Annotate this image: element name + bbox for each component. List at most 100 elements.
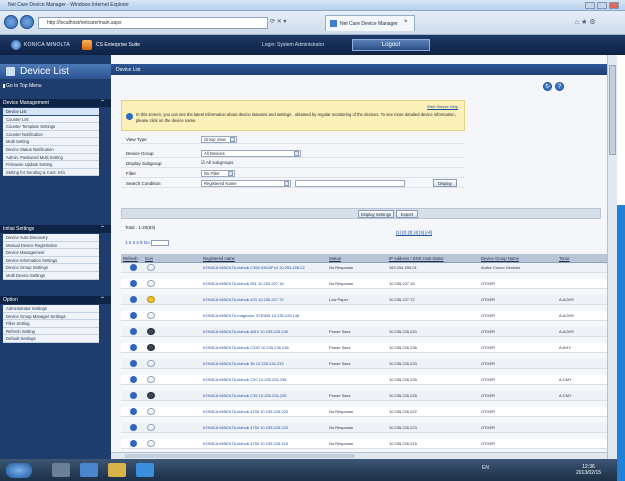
device-name-link[interactable]: KONICA MINOLTA bizhub C454 KMJ/IPv4 10.2… [203,265,323,270]
scroll-thumb[interactable] [609,65,616,155]
sidebar-item[interactable]: Device Management [3,249,99,257]
col-registered-name[interactable]: Registered name [203,256,235,261]
sidebar-item[interactable]: Filter Setting [3,320,99,328]
tab-close-icon[interactable]: × [404,19,408,25]
view-type-select[interactable]: Group View [201,136,237,143]
col-status[interactable]: Status [329,256,341,261]
page-links[interactable]: [1] [2] [3] [4] [5] [All] [396,230,432,235]
device-name-link[interactable]: KONICA MINOLTA bizhub 4810 10.235.226.24… [203,329,323,334]
vertical-scrollbar[interactable] [607,55,617,459]
row-refresh-icon[interactable] [130,312,137,319]
table-row[interactable]: KONICA MINOLTA bizhub 4750 10.235.226.21… [121,439,607,449]
sidebar-item[interactable]: Multi Device Settings [3,271,99,280]
col-icon[interactable]: Icon [145,256,153,261]
display-settings-button[interactable]: Display Settings [358,210,394,218]
refresh-stop-icons[interactable]: ⟳ ✕ ▾ [270,18,286,25]
start-button-icon[interactable] [6,463,32,478]
ie-icon[interactable] [80,463,98,477]
sidebar-section-device-management[interactable]: Device Management ⌃ [0,99,111,107]
search-condition-select[interactable]: Registered Name [201,180,291,187]
sidebar-item[interactable]: Admin. Password Multi Setting [3,153,99,162]
help-link[interactable]: Web Simple Help [427,104,458,109]
address-bar[interactable]: http://localhost/netcare/main.aspx [38,17,268,29]
scroll-thumb[interactable] [125,454,355,458]
back-icon[interactable] [4,15,18,29]
device-name-link[interactable]: KONICA MINOLTA bizhub 551 10.253.227.16 [203,281,323,286]
sidebar-item[interactable]: Device Group Manager Settings [3,312,99,321]
go-top-link[interactable]: Go to Top Menu [6,83,42,89]
col-toner[interactable]: Tonor [559,256,569,261]
row-refresh-icon[interactable] [130,344,137,351]
device-name-link[interactable]: KONICA MINOLTA bizhub C20 10.235.226.235 [203,377,323,382]
browser-taskbar-icon[interactable] [136,463,154,477]
row-refresh-icon[interactable] [130,280,137,287]
subgroup-checkbox[interactable]: ☑ All subgroups [201,160,233,166]
device-name-link[interactable]: KONICA MINOLTA bizhub 4700 10.235.226.22… [203,409,323,414]
table-row[interactable]: KONICA MINOLTA bizhub 4810 10.235.226.24… [121,327,607,337]
logout-button[interactable]: Logout [352,39,430,51]
device-name-link[interactable]: KONICA MINOLTA magicolor 3730DN 10.235.2… [203,313,323,318]
device-name-link[interactable]: KONICA MINOLTA bizhub 36 10.235.226.233 [203,361,323,366]
row-refresh-icon[interactable] [130,440,137,447]
minimize-icon[interactable] [585,2,595,9]
pager-links[interactable]: 1 2 3 4 5 Go [125,240,150,245]
sidebar-item[interactable]: Multi Setting [3,138,99,146]
filter-select[interactable]: No Filter [201,170,235,177]
table-row[interactable]: KONICA MINOLTA bizhub C35 10.235.226.228… [121,391,607,401]
row-refresh-icon[interactable] [130,360,137,367]
device-name-link[interactable]: KONICA MINOLTA bizhub C220 10.235.226.23… [203,345,323,350]
user-icon[interactable] [52,463,70,477]
export-button[interactable]: Export [396,210,418,218]
refresh-icon[interactable]: ↻ [543,82,552,91]
sidebar-section-option[interactable]: Option ⌃ [0,296,111,304]
sidebar-item[interactable]: Device Information Settings [3,256,99,265]
sidebar-item[interactable]: Default Settings [3,335,99,343]
chevron-up-icon[interactable]: ⌃ [100,99,105,107]
row-refresh-icon[interactable] [130,424,137,431]
browser-tab[interactable]: Net Care Device Manager × [325,15,415,31]
row-refresh-icon[interactable] [130,408,137,415]
sidebar-item[interactable]: Device Auto Discovery [3,234,99,242]
folder-icon[interactable] [108,463,126,477]
forward-icon[interactable] [20,15,34,29]
table-row[interactable]: KONICA MINOLTA magicolor 3730DN 10.235.2… [121,311,607,321]
sidebar-item-device-list[interactable]: Device List [3,108,99,116]
help-icon[interactable]: ? [555,82,564,91]
col-refresh[interactable]: Refresh [123,256,138,261]
display-button[interactable]: Display [433,179,457,187]
sidebar-section-initial-settings[interactable]: Initial Settings ⌃ [0,225,111,233]
device-name-link[interactable]: KONICA MINOLTA bizhub 4750 10.235.226.22… [203,425,323,430]
chevron-up-icon[interactable]: ⌃ [100,296,105,304]
close-icon[interactable] [609,2,619,9]
sidebar-item[interactable]: Counter Notification [3,130,99,139]
row-refresh-icon[interactable] [130,328,137,335]
browser-home-star-gear-icons[interactable]: ⌂ ★ ⚙ [575,18,596,26]
row-refresh-icon[interactable] [130,264,137,271]
row-refresh-icon[interactable] [130,376,137,383]
system-tray[interactable]: EN [482,465,489,471]
sidebar-item[interactable]: Device Group Settings [3,264,99,272]
sidebar-item[interactable]: Refresh Setting [3,327,99,336]
sidebar-item[interactable]: Manual Device Registration [3,241,99,250]
sidebar-item[interactable]: Administrator Settings [3,305,99,313]
sidebar-item[interactable]: Setting for Sending & Cont. Info [3,168,99,177]
table-row[interactable]: KONICA MINOLTA bizhub C220 10.235.226.23… [121,343,607,353]
table-row[interactable]: KONICA MINOLTA bizhub C454 KMJ/IPv4 10.2… [121,263,607,273]
horizontal-scrollbar[interactable] [111,452,607,459]
table-row[interactable]: KONICA MINOLTA bizhub 4700 10.235.226.22… [121,407,607,417]
chevron-up-icon[interactable]: ⌃ [100,225,105,233]
sidebar-item[interactable]: Device Status Notification [3,145,99,154]
table-row[interactable]: KONICA MINOLTA bizhub 36 10.235.226.233 P… [121,359,607,369]
maximize-icon[interactable] [597,2,607,9]
table-row[interactable]: KONICA MINOLTA bizhub 423 10.235.227.72 L… [121,295,607,305]
device-group-select[interactable]: All Devices [201,150,301,157]
sidebar-item[interactable]: Firmware Update Setting [3,161,99,169]
device-name-link[interactable]: KONICA MINOLTA bizhub 4750 10.235.226.21… [203,441,323,446]
device-name-link[interactable]: KONICA MINOLTA bizhub 423 10.235.227.72 [203,297,323,302]
sidebar-item[interactable]: Counter List [3,115,99,124]
table-row[interactable]: KONICA MINOLTA bizhub C20 10.235.226.235… [121,375,607,385]
sidebar-item[interactable]: Counter Template Settings [3,123,99,131]
col-ip-address[interactable]: IP Address / DNS Host Name [389,256,444,261]
col-device-group[interactable]: Device Group Name [481,256,519,261]
page-number-input[interactable] [151,240,170,246]
